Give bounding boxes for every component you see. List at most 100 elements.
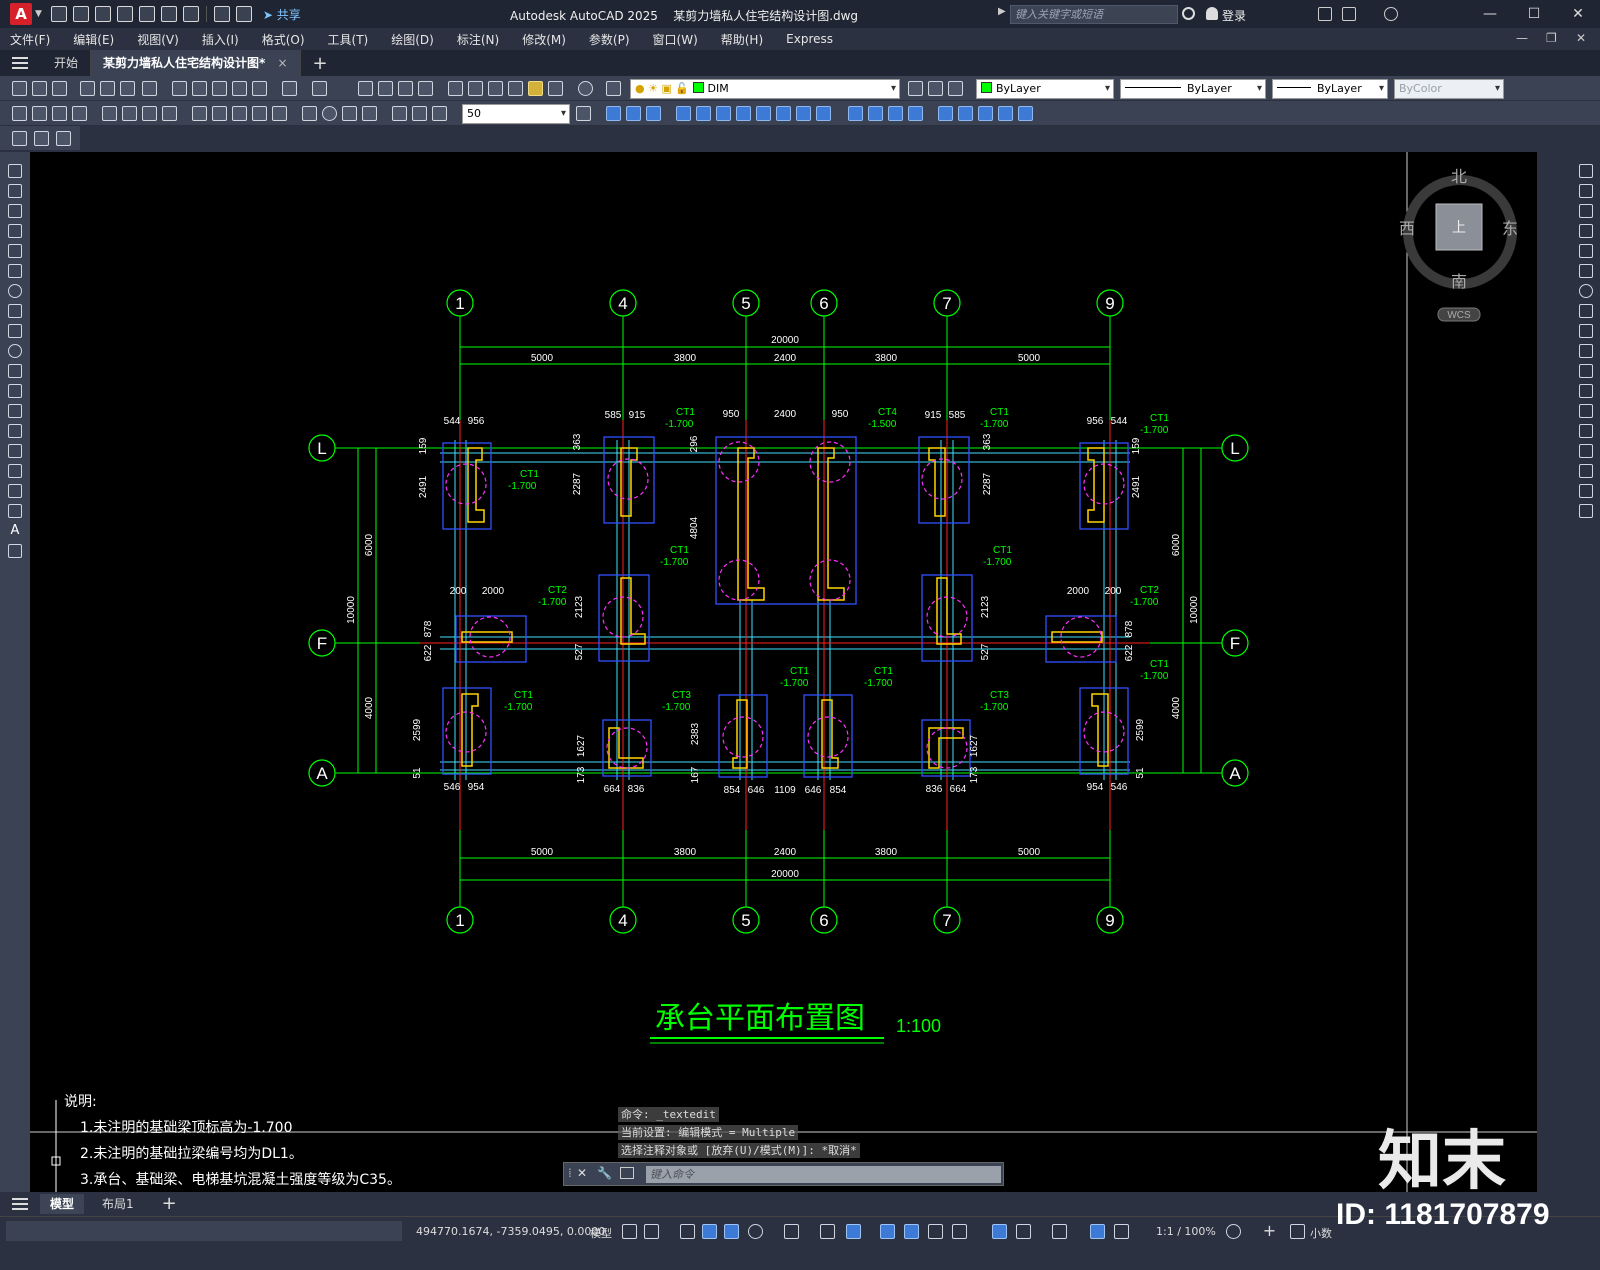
save-icon[interactable] <box>94 6 111 22</box>
explode-icon[interactable] <box>1579 504 1593 518</box>
layer-properties-icon[interactable] <box>606 81 621 96</box>
jogged-dim-icon[interactable] <box>122 106 137 121</box>
plotstyle-dropdown[interactable]: ByColor <box>1394 79 1504 99</box>
point-icon[interactable] <box>8 424 22 438</box>
annotation-monitor-icon[interactable]: + <box>1262 1223 1277 1239</box>
transparency-icon[interactable] <box>904 1224 919 1239</box>
redo-icon[interactable] <box>235 6 252 22</box>
trim-icon[interactable] <box>1579 344 1593 358</box>
stretch-icon[interactable] <box>1579 324 1593 338</box>
layer-previous-icon[interactable] <box>928 81 943 96</box>
circle-icon[interactable] <box>8 284 22 298</box>
copy-icon[interactable] <box>192 81 207 96</box>
tab-model[interactable]: 模型 <box>40 1194 85 1214</box>
rotate-icon[interactable] <box>716 106 731 121</box>
help-icon[interactable] <box>1384 7 1398 21</box>
rectangle-icon[interactable] <box>8 244 22 258</box>
move-icon[interactable] <box>606 106 621 121</box>
offset-icon[interactable] <box>676 106 691 121</box>
menu-express[interactable]: Express <box>786 32 833 46</box>
add-selected-icon[interactable] <box>8 544 22 558</box>
move-icon[interactable] <box>1579 264 1593 278</box>
chamfer-icon[interactable] <box>848 106 863 121</box>
maximize-button[interactable]: ☐ <box>1514 4 1554 24</box>
baseline-dim-icon[interactable] <box>212 106 227 121</box>
scale-icon[interactable] <box>736 106 751 121</box>
block-editor-icon[interactable] <box>252 81 267 96</box>
array-icon[interactable] <box>1579 244 1593 258</box>
jogged-linear-icon[interactable] <box>362 106 377 121</box>
array-icon[interactable] <box>696 106 711 121</box>
pan-icon[interactable] <box>358 81 373 96</box>
center-mark-icon[interactable] <box>322 106 337 121</box>
user-icon[interactable] <box>1206 7 1218 20</box>
cart-icon[interactable] <box>1318 7 1332 21</box>
ungroup-icon[interactable] <box>998 106 1013 121</box>
infer-constraints-icon[interactable] <box>680 1224 695 1239</box>
login-button[interactable]: 登录 <box>1222 7 1246 24</box>
dim-text-edit-icon[interactable] <box>412 106 427 121</box>
chamfer-icon[interactable] <box>1579 444 1593 458</box>
erase-icon[interactable] <box>1579 164 1593 178</box>
close-window-button[interactable]: ✕ <box>1558 4 1598 24</box>
construction-line-icon[interactable] <box>8 184 22 198</box>
dim-style-icon[interactable] <box>576 106 591 121</box>
tab-document[interactable]: 某剪力墙私人住宅结构设计图* × <box>91 50 301 76</box>
calculator-icon[interactable] <box>548 81 563 96</box>
new-file-icon[interactable] <box>50 6 67 22</box>
dim-space-icon[interactable] <box>252 106 267 121</box>
menu-edit[interactable]: 编辑(E) <box>73 31 114 48</box>
polyline-icon[interactable] <box>8 204 22 218</box>
autodesk-a360-icon[interactable] <box>1342 7 1356 21</box>
search-expand-icon[interactable]: ▶ <box>998 6 1006 17</box>
block-create-icon[interactable] <box>958 106 973 121</box>
extend-icon[interactable] <box>796 106 811 121</box>
join-icon[interactable] <box>908 106 923 121</box>
join-icon[interactable] <box>1579 424 1593 438</box>
open-file-icon[interactable] <box>72 6 89 22</box>
zoom-previous-icon[interactable] <box>418 81 433 96</box>
open-icon[interactable] <box>32 81 47 96</box>
blend-icon[interactable] <box>1579 484 1593 498</box>
region-icon[interactable] <box>8 484 22 498</box>
ortho-icon[interactable] <box>724 1224 739 1239</box>
publish-icon[interactable] <box>120 81 135 96</box>
menu-format[interactable]: 格式(O) <box>262 31 305 48</box>
layer-state-icon[interactable] <box>948 81 963 96</box>
mirror-icon[interactable] <box>646 106 661 121</box>
units-value[interactable]: 小数 <box>1310 1225 1332 1241</box>
selection-cycling-icon[interactable] <box>928 1224 943 1239</box>
spline-icon[interactable] <box>8 324 22 338</box>
quick-dim-icon[interactable] <box>192 106 207 121</box>
grid-icon[interactable] <box>622 1224 637 1239</box>
polygon-icon[interactable] <box>8 224 22 238</box>
copy-icon[interactable] <box>1579 184 1593 198</box>
tab-close-icon[interactable]: × <box>277 56 287 70</box>
command-input[interactable]: 键入命令 <box>646 1166 1001 1183</box>
ellipse-icon[interactable] <box>8 344 22 358</box>
table-icon[interactable] <box>8 504 22 518</box>
sheet-set-icon[interactable] <box>508 81 523 96</box>
offset-icon[interactable] <box>1579 224 1593 238</box>
dim-break-icon[interactable] <box>272 106 287 121</box>
new-icon[interactable] <box>12 81 27 96</box>
text-style-icon[interactable] <box>12 131 27 146</box>
search-icon[interactable] <box>1182 7 1195 20</box>
stretch-icon[interactable] <box>756 106 771 121</box>
snap-icon[interactable] <box>644 1224 659 1239</box>
zoom-window-icon[interactable] <box>398 81 413 96</box>
hatch-icon[interactable] <box>8 444 22 458</box>
annotation-scale[interactable]: 1:1 / 100% <box>1156 1225 1216 1238</box>
menu-insert[interactable]: 插入(I) <box>202 31 239 48</box>
menu-draw[interactable]: 绘图(D) <box>391 31 434 48</box>
help-icon[interactable] <box>578 81 593 96</box>
menu-tools[interactable]: 工具(T) <box>328 31 369 48</box>
fillet-icon[interactable] <box>868 106 883 121</box>
insert-block-icon[interactable] <box>8 384 22 398</box>
plot-icon[interactable] <box>80 81 95 96</box>
menu-help[interactable]: 帮助(H) <box>721 31 763 48</box>
aligned-dim-icon[interactable] <box>32 106 47 121</box>
break-icon[interactable] <box>1579 404 1593 418</box>
mtext-icon[interactable]: A <box>8 524 22 538</box>
scale-icon[interactable] <box>1579 304 1593 318</box>
